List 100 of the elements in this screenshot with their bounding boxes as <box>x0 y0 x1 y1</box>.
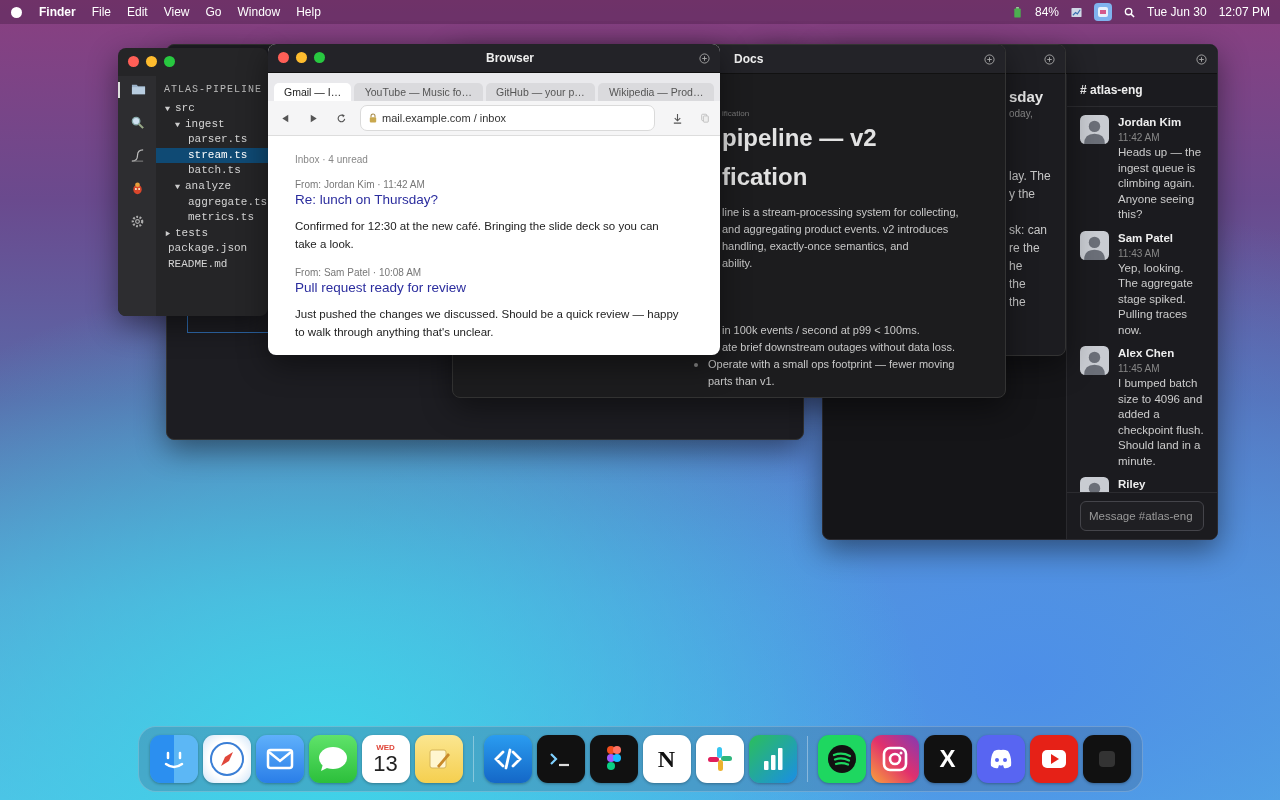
message-text: Heads up — the ingest queue is climbing again. Anyone seeing this? <box>1118 145 1203 222</box>
window-title: Docs <box>734 52 764 66</box>
document-title: fication <box>722 162 809 192</box>
play-button-icon[interactable] <box>1029 735 1078 783</box>
text-line: the <box>1009 276 1027 293</box>
terminal-prompt-icon[interactable] <box>536 735 585 783</box>
app-icon[interactable] <box>1082 735 1131 783</box>
sender-name: Riley <box>1118 477 1146 492</box>
text-line: ability. <box>722 256 754 271</box>
file-tree-item[interactable]: tests <box>156 225 268 242</box>
disclosure-triangle-icon[interactable] <box>174 120 181 128</box>
dock-divider <box>472 736 474 782</box>
reload-icon[interactable] <box>336 112 347 124</box>
calendar-icon[interactable]: WED 13 <box>361 735 410 783</box>
window-title: Browser <box>486 51 534 65</box>
plus-circle-icon[interactable] <box>699 52 710 64</box>
file-tree-item[interactable]: README.md <box>156 256 268 273</box>
text-line: handling, exactly-once semantics, and <box>722 239 910 254</box>
forward-icon[interactable] <box>308 112 319 124</box>
code-brackets-icon[interactable] <box>483 735 532 783</box>
envelope-icon[interactable] <box>255 735 304 783</box>
bar-chart-icon[interactable] <box>748 735 797 783</box>
text-line: in 100k events / second at p99 < 100ms. <box>722 323 921 338</box>
back-icon[interactable] <box>280 112 291 124</box>
notepad-icon[interactable] <box>414 735 463 783</box>
file-tree-item[interactable]: stream.ts <box>156 147 268 164</box>
email-subject-link[interactable]: Pull request ready for review <box>295 280 693 295</box>
download-icon[interactable] <box>672 112 683 124</box>
document-title: pipeline — v2 <box>722 123 878 153</box>
compass-icon[interactable] <box>202 735 251 783</box>
plus-circle-icon[interactable] <box>1044 53 1055 65</box>
address-bar[interactable]: mail.example.com / inbox <box>360 105 655 131</box>
menu-item[interactable]: Finder <box>39 5 76 19</box>
camera-icon[interactable] <box>870 735 919 783</box>
file-tree-item[interactable]: analyze <box>156 178 268 195</box>
file-tree-item[interactable]: metrics.ts <box>156 210 268 226</box>
file-tree-item[interactable]: ingest <box>156 116 268 133</box>
document-subheading: oday, <box>1009 108 1034 119</box>
document-heading: sday <box>1009 88 1045 105</box>
battery-icon[interactable] <box>1012 6 1023 18</box>
bullet-dot <box>694 363 698 367</box>
text-line: he <box>1009 258 1024 275</box>
channel-name: # atlas-eng <box>1067 74 1217 107</box>
file-tree-item[interactable]: parser.ts <box>156 132 268 148</box>
email-preview: Just pushed the changes we discussed. Should be a quick review — happy to walk through anything that's unclear. <box>295 307 680 340</box>
plus-circle-icon[interactable] <box>1196 53 1207 65</box>
browser-tab[interactable]: YouTube — Music fo… <box>354 83 483 101</box>
text-line: line is a stream-processing system for collecting, <box>722 205 960 220</box>
search-icon[interactable] <box>1124 6 1135 18</box>
menu-item[interactable]: File <box>91 5 111 19</box>
menu-item[interactable]: Go <box>205 5 222 19</box>
browser-tab[interactable]: Wikipedia — Prod… <box>598 83 714 101</box>
chart-icon[interactable] <box>1071 6 1082 18</box>
bullet-text: Operate with a small ops footprint — fewer moving <box>708 357 955 372</box>
zoom-button[interactable] <box>314 52 325 63</box>
browser-tab[interactable]: GitHub — your p… <box>485 83 596 101</box>
speech-bubble-icon[interactable] <box>308 735 357 783</box>
file-tree-item[interactable]: batch.ts <box>156 163 268 179</box>
text-line: lay. The <box>1009 168 1052 185</box>
close-button[interactable] <box>278 52 289 63</box>
close-button[interactable] <box>128 56 139 67</box>
email-sender: From: Sam Patel · 10:08 AM <box>295 267 423 278</box>
battery-percent: 84% <box>1035 5 1059 19</box>
menu-item[interactable]: View <box>163 5 190 19</box>
file-tree-item[interactable]: aggregate.ts <box>156 194 268 211</box>
plus-circle-icon[interactable] <box>984 53 995 65</box>
file-tree-item[interactable]: package.json <box>156 241 268 257</box>
project-title: ATLAS-PIPELINE <box>163 84 263 97</box>
dock-divider <box>806 736 808 782</box>
email-subject-link[interactable]: Re: lunch on Thursday? <box>295 192 693 207</box>
text-line: y the <box>1009 186 1036 203</box>
disclosure-triangle-icon[interactable] <box>174 183 181 191</box>
zoom-button[interactable] <box>164 56 175 67</box>
smiley-face-icon[interactable] <box>149 735 198 783</box>
game-controller-icon[interactable] <box>976 735 1025 783</box>
message-time: 11:42 AM <box>1118 131 1160 145</box>
minimize-button[interactable] <box>296 52 307 63</box>
menu-item[interactable]: Edit <box>127 5 148 19</box>
file-tree-item[interactable]: src <box>156 101 268 117</box>
pinwheel-icon[interactable] <box>695 735 744 783</box>
lock-icon <box>369 113 377 123</box>
menu-bar-date: Tue Jun 30 <box>1147 5 1207 19</box>
circle-logo-icon[interactable] <box>11 6 22 18</box>
colored-circles-icon[interactable] <box>589 735 638 783</box>
disclosure-triangle-icon[interactable] <box>164 230 171 238</box>
email-sender: From: Jordan Kim · 11:42 AM <box>295 179 426 190</box>
app-window-icon[interactable] <box>1094 3 1112 21</box>
sound-waves-icon[interactable] <box>817 735 866 783</box>
minimize-button[interactable] <box>146 56 157 67</box>
letter-logo-icon[interactable]: X <box>923 735 972 783</box>
browser-tab[interactable]: Gmail — I… <box>274 83 352 101</box>
avatar <box>1080 115 1109 144</box>
message-input-field[interactable]: Message #atlas-eng <box>1080 501 1204 531</box>
letter-logo-icon[interactable]: N <box>642 735 691 783</box>
menu-item[interactable]: Window <box>237 5 281 19</box>
text-line: the <box>1009 294 1027 311</box>
menu-item[interactable]: Help <box>296 5 321 19</box>
sender-name: Jordan Kim <box>1118 115 1182 130</box>
disclosure-triangle-icon[interactable] <box>164 105 171 113</box>
bullet-text: parts than v1. <box>708 374 776 389</box>
